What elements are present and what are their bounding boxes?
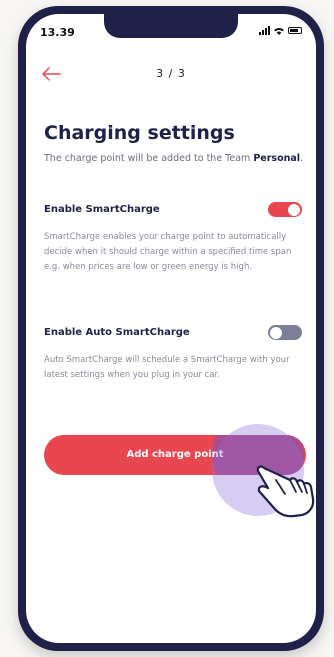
toggle-knob: [270, 326, 282, 339]
team-name: Personal: [253, 153, 301, 164]
subtitle-text: The charge point will be added to the Te…: [44, 153, 251, 164]
auto-smartcharge-label: Enable Auto SmartCharge: [44, 327, 190, 338]
header: 3 / 3: [26, 64, 316, 88]
auto-smartcharge-toggle[interactable]: [268, 325, 302, 340]
auto-smartcharge-description: Auto SmartCharge will schedule a SmartCh…: [44, 355, 290, 380]
phone-frame: 13.39 3 / 3 Charging settings The charge…: [18, 6, 324, 651]
smartcharge-toggle[interactable]: [268, 202, 302, 217]
toggle-knob: [288, 203, 300, 216]
pointer-hand-icon: [256, 465, 315, 518]
status-icons: [259, 26, 302, 35]
step-indicator: 3 / 3: [156, 67, 186, 80]
subtitle-period: .: [300, 153, 304, 164]
status-time: 13.39: [40, 26, 75, 39]
wifi-icon: [274, 27, 284, 35]
page-title: Charging settings: [44, 122, 235, 144]
page-subtitle: The charge point will be added to the Te…: [44, 152, 304, 165]
signal-icon: [259, 26, 270, 35]
phone-notch: [104, 14, 238, 38]
battery-icon: [288, 27, 302, 34]
smartcharge-description: SmartCharge enables your charge point to…: [44, 232, 292, 272]
app-screen: 13.39 3 / 3 Charging settings The charge…: [26, 14, 316, 643]
smartcharge-label: Enable SmartCharge: [44, 204, 160, 215]
